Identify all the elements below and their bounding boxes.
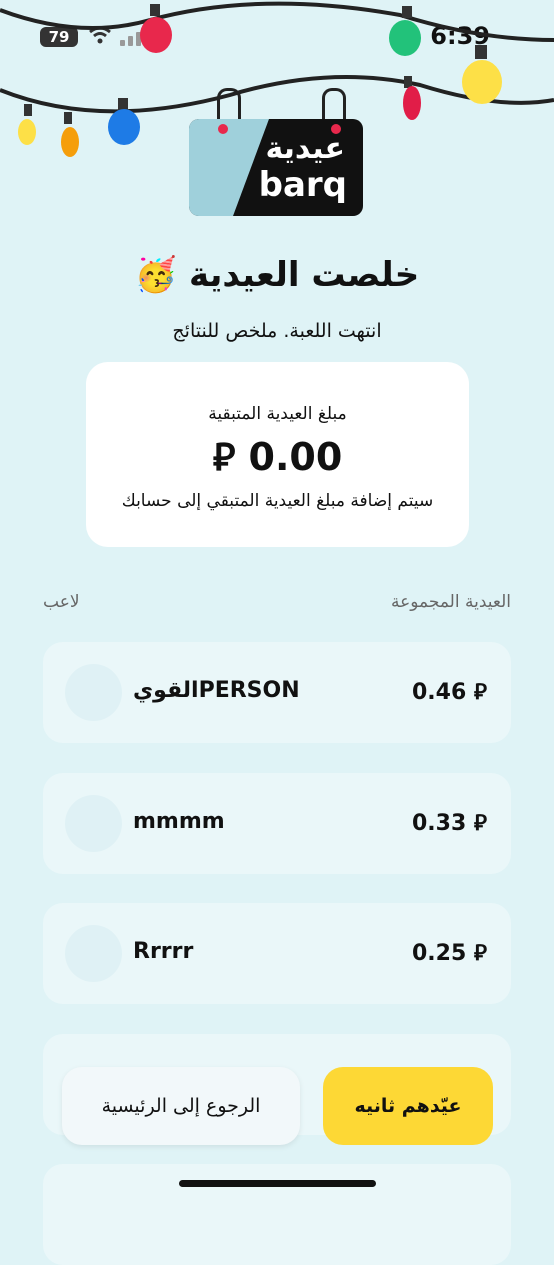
play-again-button[interactable]: عيّدهم ثانيه — [323, 1067, 493, 1145]
logo-accent — [189, 119, 269, 216]
player-name: Rrrrr — [133, 939, 194, 964]
remaining-note: سيتم إضافة مبلغ العيدية المتبقي إلى حساب… — [121, 491, 434, 511]
header-collected: العيدية المجموعة — [391, 592, 511, 612]
player-amount: 0.46 ⃁ — [411, 680, 487, 705]
light-bulb-blue — [108, 98, 140, 145]
sign-pin-right — [331, 124, 341, 134]
light-bulb-orange — [61, 112, 79, 157]
remaining-eidiya-card: مبلغ العيدية المتبقية 0.00 ⃁ سيتم إضافة … — [86, 362, 469, 547]
player-amount: 0.33 ⃁ — [411, 811, 487, 836]
remaining-amount: 0.00 ⃁ — [212, 435, 343, 479]
back-home-button[interactable]: الرجوع إلى الرئيسية — [62, 1067, 300, 1145]
player-name: القويPERSON — [133, 678, 300, 703]
player-row: mmmm 0.33 ⃁ — [43, 773, 511, 874]
light-bulb-yellow — [462, 45, 502, 104]
logo-arabic-text: عيدية — [265, 131, 345, 166]
avatar — [65, 664, 122, 721]
player-name: mmmm — [133, 809, 225, 834]
remaining-label: مبلغ العيدية المتبقية — [208, 404, 347, 424]
avatar — [65, 925, 122, 982]
player-row: Rrrrr 0.25 ⃁ — [43, 903, 511, 1004]
page-title: خلصت العيدية 🥳 — [134, 255, 420, 295]
player-amount: 0.25 ⃁ — [411, 941, 487, 966]
header-player: لاعب — [43, 592, 80, 612]
avatar — [65, 795, 122, 852]
logo-english-text: barq — [258, 165, 347, 205]
player-row: القويPERSON 0.46 ⃁ — [43, 642, 511, 743]
light-bulb-yellow-small — [18, 104, 36, 145]
home-indicator[interactable] — [179, 1180, 376, 1187]
page-subtitle: انتهت اللعبة. ملخص للنتائج — [172, 320, 382, 342]
sign-pin-left — [218, 124, 228, 134]
light-bulb-pink — [140, 4, 172, 53]
